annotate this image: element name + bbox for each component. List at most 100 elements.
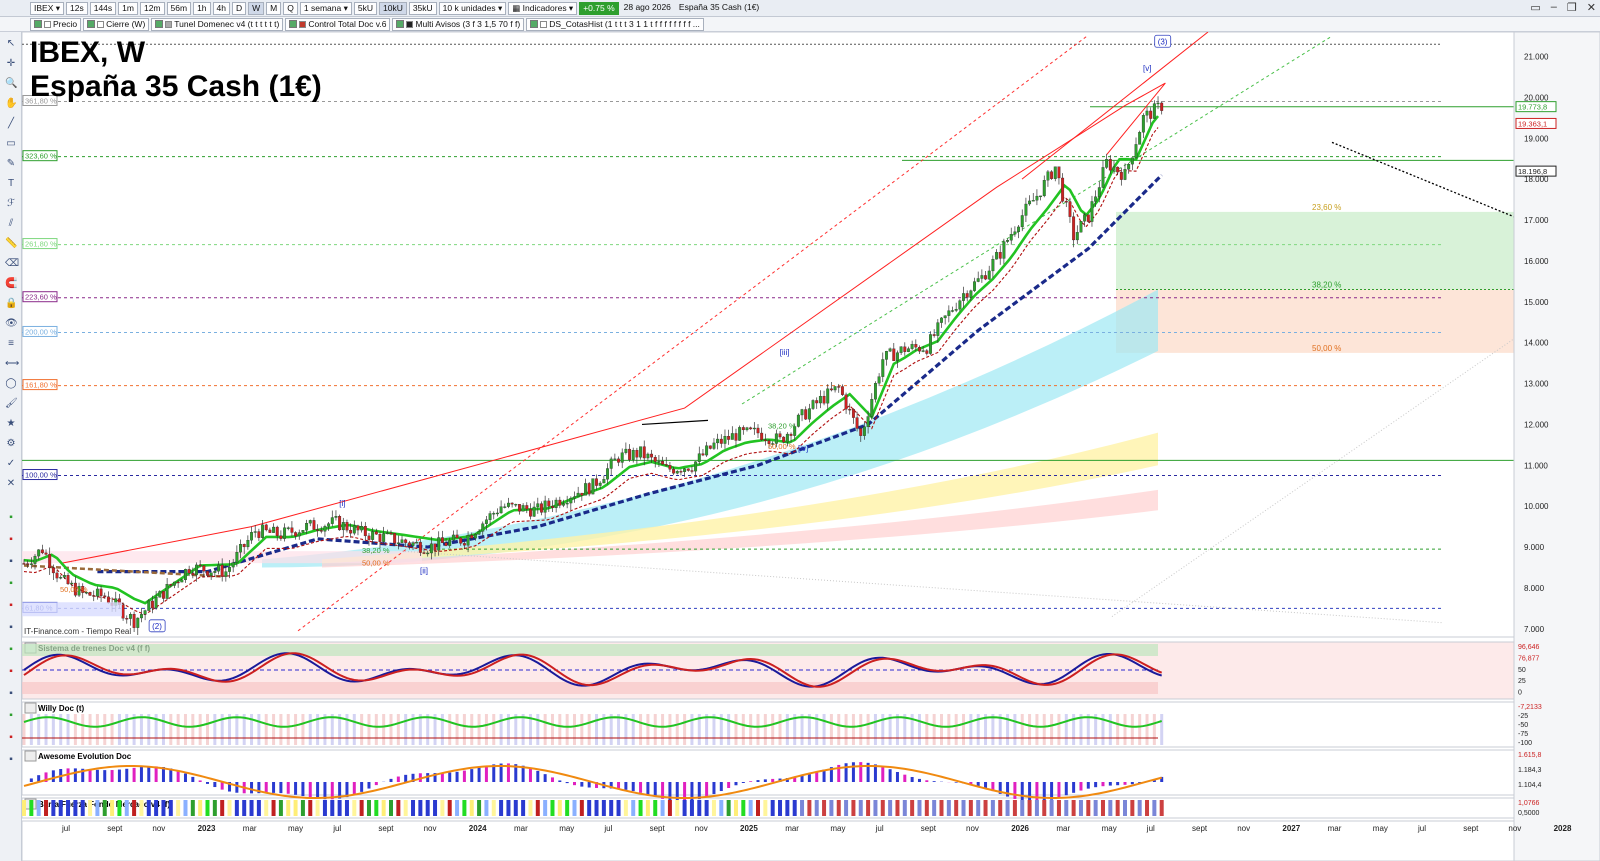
brush-icon[interactable]: 🖌 <box>5 398 18 410</box>
restore-icon[interactable]: ▭ <box>1530 1 1540 14</box>
channel-icon[interactable]: ⫽ <box>5 218 17 230</box>
timeframe-12s[interactable]: 12s <box>66 1 88 15</box>
willy-bar <box>66 714 70 745</box>
awesome-bar <box>250 782 254 794</box>
unit-35ku[interactable]: 35kU <box>408 1 437 15</box>
tool-icon[interactable]: ▪ <box>5 578 17 590</box>
symbol-select[interactable]: IBEX ▾ <box>30 1 64 15</box>
legend-item[interactable]: Multi Avisos (3 f 3 1,5 70 f f) <box>392 17 525 31</box>
legend-checkbox[interactable] <box>34 19 42 28</box>
delete-icon[interactable]: ✕ <box>5 478 17 490</box>
minimize-icon[interactable]: – <box>1551 1 1557 14</box>
x-tick-label: jul <box>1417 824 1426 833</box>
tool-icon[interactable]: ▪ <box>5 512 17 524</box>
eye-icon[interactable]: 👁 <box>5 318 18 330</box>
legend-item[interactable]: Cierre (W) <box>83 17 150 31</box>
timeframe-12m[interactable]: 12m <box>139 1 165 15</box>
layers-icon[interactable]: ≡ <box>5 338 17 350</box>
eraser-icon[interactable]: ⌫ <box>5 258 19 270</box>
unit-10ku[interactable]: 10kU <box>378 1 407 15</box>
timeframe-q[interactable]: Q <box>283 1 298 15</box>
legend-checkbox[interactable] <box>530 19 539 28</box>
indicators-button[interactable]: ▦ Indicadores ▾ <box>508 1 578 15</box>
elliptic-icon[interactable]: ◯ <box>5 378 17 390</box>
tool-icon[interactable]: ▪ <box>5 688 17 700</box>
tool-icon[interactable]: ▪ <box>5 666 17 678</box>
willy-bar <box>954 714 958 745</box>
panel-value-label: 1,0766 <box>1518 800 1540 807</box>
pencil-icon[interactable]: ✎ <box>5 158 17 170</box>
candle-body <box>62 575 66 578</box>
tool-icon[interactable]: ▪ <box>5 534 17 546</box>
legend-item[interactable]: Control Total Doc v.6 <box>285 17 391 31</box>
chart-canvas[interactable]: 23,60 %38,20 %50,00 %361,80 %323,60 %261… <box>22 32 1600 861</box>
legend-item[interactable]: DS_CotasHist (1 t t t 3 1 1 t f f f f f … <box>526 17 704 31</box>
candle-body <box>1116 166 1120 173</box>
tool-icon[interactable]: ▪ <box>5 710 17 722</box>
crosshair-icon[interactable]: ✛ <box>5 58 17 70</box>
candle-body <box>558 499 562 506</box>
x-tick-label: mar <box>785 824 799 833</box>
candle-body <box>936 322 940 336</box>
trendline-icon[interactable]: ╱ <box>5 118 17 130</box>
panel-toggle-icon[interactable] <box>24 702 37 714</box>
timeframe-56m[interactable]: 56m <box>166 1 192 15</box>
measure-icon[interactable]: ⟷ <box>5 358 19 370</box>
settings-icon[interactable]: ⚙ <box>5 438 17 450</box>
text-icon[interactable]: T <box>5 178 17 190</box>
tool-icon[interactable]: ▪ <box>5 556 17 568</box>
candle-body <box>418 542 422 553</box>
panel-value-label: 76,877 <box>1518 655 1540 662</box>
y-tick-label: 9.000 <box>1524 543 1545 552</box>
fib-level-label: 223,60 % <box>25 293 57 302</box>
candle-body <box>363 526 367 537</box>
legend-checkbox[interactable] <box>396 19 405 28</box>
timeframe-1m[interactable]: 1m <box>118 1 138 15</box>
tool-icon[interactable]: ▪ <box>5 644 17 656</box>
units-select[interactable]: 10 k unidades ▾ <box>438 1 507 15</box>
check-icon[interactable]: ✓ <box>5 458 17 470</box>
force-bar <box>315 800 320 816</box>
legend-item[interactable]: Precio <box>30 17 82 31</box>
force-bar <box>308 800 313 816</box>
fibonacci-icon[interactable]: ℱ <box>5 198 17 210</box>
unit-5ku[interactable]: 5kU <box>353 1 377 15</box>
lock-icon[interactable]: 🔒 <box>5 298 17 310</box>
legend-swatch <box>165 20 173 28</box>
tool-icon[interactable]: ▪ <box>5 600 17 612</box>
small-fib-label: 50,00 % <box>60 585 88 594</box>
panel-toggle-icon[interactable] <box>24 750 37 762</box>
legend-item[interactable]: Tunel Domenec v4 (t t t t t t) <box>151 17 284 31</box>
rectangle-icon[interactable]: ▭ <box>5 138 17 150</box>
tool-icon[interactable]: ▪ <box>5 622 17 634</box>
candle-body <box>128 614 132 619</box>
tool-icon[interactable]: ▪ <box>5 754 17 766</box>
candle-body <box>650 453 654 458</box>
timeframe-1h[interactable]: 1h <box>193 1 211 15</box>
timeframe-m[interactable]: M <box>266 1 282 15</box>
period-select[interactable]: 1 semana ▾ <box>299 1 352 15</box>
close-icon[interactable]: ✕ <box>1587 1 1596 14</box>
legend-checkbox[interactable] <box>155 19 164 28</box>
awesome-bar <box>903 774 907 782</box>
legend-checkbox[interactable] <box>289 19 298 28</box>
pan-icon[interactable]: ✋ <box>5 98 17 110</box>
tool-icon[interactable]: ▪ <box>5 732 17 744</box>
star-icon[interactable]: ★ <box>5 418 17 430</box>
awesome-bar <box>807 774 811 782</box>
timeframe-144s[interactable]: 144s <box>89 1 117 15</box>
maximize-icon[interactable]: ❐ <box>1567 1 1577 14</box>
candle-body <box>547 500 551 507</box>
magnet-icon[interactable]: 🧲 <box>5 278 17 290</box>
legend-checkbox[interactable] <box>87 19 96 28</box>
zoom-icon[interactable]: 🔍 <box>5 78 17 90</box>
force-bar <box>726 800 731 816</box>
timeframe-w[interactable]: W <box>248 1 265 15</box>
candle-body <box>51 567 55 574</box>
cursor-icon[interactable]: ↖ <box>5 38 17 50</box>
timeframe-4h[interactable]: 4h <box>212 1 230 15</box>
candle-body <box>426 552 430 555</box>
ruler-icon[interactable]: 📏 <box>5 238 17 250</box>
timeframe-d[interactable]: D <box>232 1 247 15</box>
fib-level-label: 161,80 % <box>25 381 57 390</box>
